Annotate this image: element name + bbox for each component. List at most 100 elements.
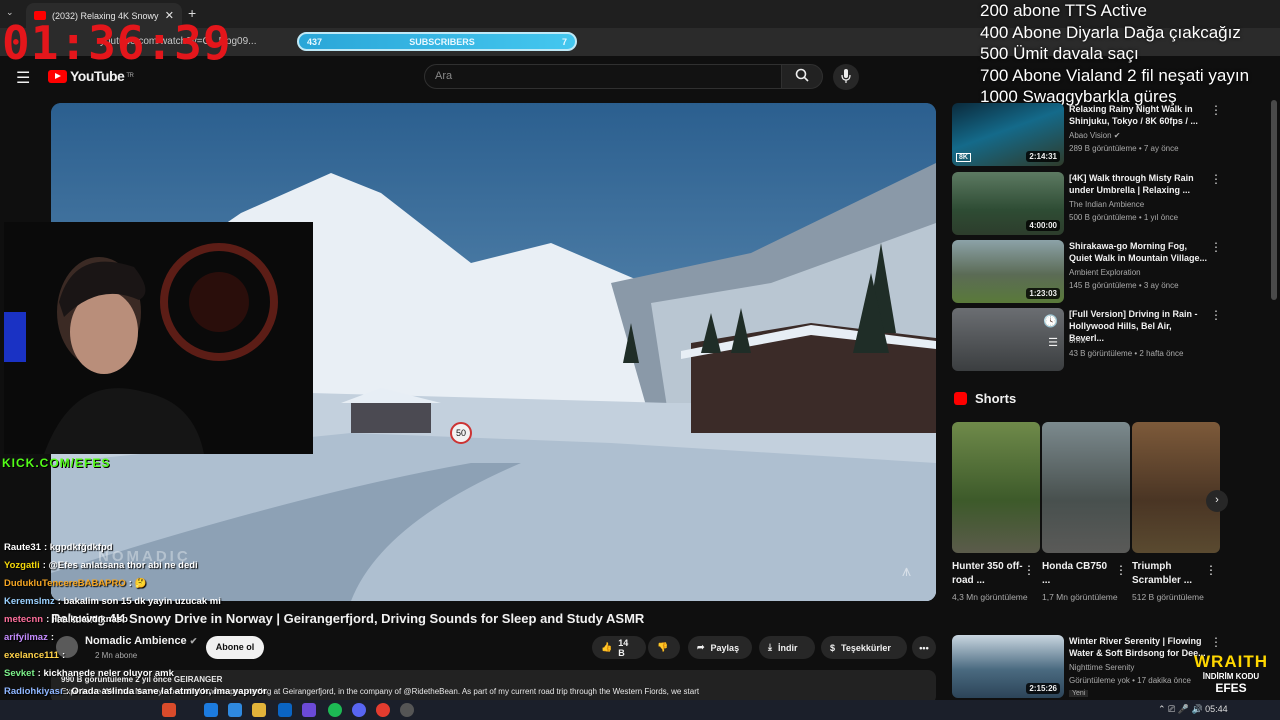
subscribe-button[interactable]: Abone ol [206, 636, 264, 659]
clock: 05:44 [1205, 704, 1228, 714]
related-channel-text: Abao Vision [1069, 131, 1112, 140]
more-options-icon[interactable]: ⋮ [1210, 103, 1222, 117]
sponsor-brand: WRAITH [1194, 652, 1268, 671]
more-options-icon[interactable]: ⋮ [1210, 308, 1222, 322]
chat-text: : bakalim son 15 dk yayin uzucak mi [57, 596, 221, 607]
shorts-heading: Shorts [954, 391, 1016, 406]
video-thumbnail[interactable]: 🕓 ☰ [952, 308, 1064, 371]
more-options-icon[interactable]: ⋮ [1115, 563, 1127, 577]
related-meta: 500 B görüntüleme • 1 yıl önce [1069, 213, 1179, 222]
related-title[interactable]: Shirakawa-go Morning Fog, Quiet Walk in … [1069, 240, 1209, 264]
tray-icons: ⌃ ⎚ 🎤 🔊 [1158, 704, 1206, 714]
stream-timer: 01:36:39 [2, 16, 232, 70]
related-channel[interactable]: Abao Vision ✔ [1069, 131, 1121, 140]
short-title[interactable]: Hunter 350 off-road ... [952, 560, 1024, 588]
related-title[interactable]: [4K] Walk through Misty Rain under Umbre… [1069, 172, 1209, 196]
chat-message: exelance111: [4, 650, 65, 661]
more-actions-button[interactable]: ••• [912, 636, 936, 659]
short-thumbnail[interactable] [952, 422, 1040, 553]
more-options-icon[interactable]: ⋮ [1210, 635, 1222, 649]
short-title[interactable]: Honda CB750 ... [1042, 560, 1114, 588]
download-icon: ⤓ [768, 642, 772, 652]
like-button[interactable]: 👍 14 B [592, 636, 646, 659]
taskbar-app-icon[interactable] [228, 703, 242, 717]
search-button[interactable] [781, 64, 823, 89]
chat-user: Keremslmz [4, 596, 55, 607]
add-to-queue-icon[interactable]: ☰ [1048, 336, 1058, 349]
youtube-logo[interactable]: YouTube TR [48, 68, 134, 84]
chat-text: : @Efes anlatsana thor abi ne dedi [42, 560, 198, 571]
related-channel[interactable]: Ambient Exploration [1069, 268, 1141, 277]
chat-user: metecnn [4, 614, 44, 625]
spotify-icon[interactable] [328, 703, 342, 717]
discord-icon[interactable] [352, 703, 366, 717]
system-tray[interactable]: ⌃ ⎚ 🎤 🔊 05:44 [1158, 704, 1228, 715]
more-options-icon[interactable]: ⋮ [1205, 563, 1217, 577]
like-count: 14 B [618, 637, 629, 658]
chat-message: Raute31: kgpdkfğdkfpd [4, 542, 113, 553]
shorts-next-button[interactable]: › [1206, 490, 1228, 512]
thanks-button[interactable]: $ Teşekkürler [821, 636, 907, 659]
short-thumbnail[interactable] [1042, 422, 1130, 553]
new-badge: Yeni [1069, 690, 1089, 697]
related-video[interactable]: 4:00:00 [4K] Walk through Misty Rain und… [952, 172, 1222, 236]
subscriber-count: 437 [307, 36, 323, 47]
related-video[interactable]: 🕓 ☰ [Full Version] Driving in Rain - Hol… [952, 308, 1222, 372]
webcam-frame [4, 222, 313, 454]
search-icon [795, 68, 809, 82]
video-duration: 2:15:26 [1026, 683, 1060, 694]
channel-name[interactable]: Nomadic Ambience ✔ [85, 635, 197, 647]
scrollbar[interactable] [1271, 100, 1277, 300]
related-channel[interactable]: omw [1069, 336, 1086, 345]
video-thumbnail[interactable]: 4:00:00 [952, 172, 1064, 235]
chat-text: : [61, 650, 66, 661]
related-meta: 145 B görüntüleme • 3 ay önce [1069, 281, 1179, 290]
download-button[interactable]: ⤓ İndir [759, 636, 815, 659]
goal-item: 400 Abone Diyarla Dağa çıakcağız [980, 22, 1241, 42]
chat-user: Sevket [4, 668, 35, 679]
related-meta: Görüntüleme yok • 17 dakika önce [1069, 676, 1191, 685]
short-thumbnail[interactable] [1132, 422, 1220, 553]
related-video[interactable]: 1:23:03 Shirakawa-go Morning Fog, Quiet … [952, 240, 1222, 304]
more-options-icon[interactable]: ⋮ [1210, 172, 1222, 186]
related-video[interactable]: 8K 2:14:31 Relaxing Rainy Night Walk in … [952, 103, 1222, 167]
short-title[interactable]: Triumph Scrambler ... [1132, 560, 1204, 588]
dislike-button[interactable]: 👎 [648, 636, 680, 659]
logo-region: TR [126, 73, 134, 79]
more-options-icon[interactable]: ⋮ [1210, 240, 1222, 254]
video-thumbnail[interactable]: 2:15:26 [952, 635, 1064, 698]
windows-taskbar [0, 700, 1280, 720]
shorts-icon [954, 392, 967, 405]
short-views: 512 B görüntüleme [1132, 592, 1204, 602]
voice-search-button[interactable] [833, 64, 859, 90]
taskbar-app-icon[interactable] [302, 703, 316, 717]
video-thumbnail[interactable]: 8K 2:14:31 [952, 103, 1064, 166]
taskbar-app-icon[interactable] [162, 703, 176, 717]
share-button[interactable]: ➦ Paylaş [688, 636, 752, 659]
related-video[interactable]: 2:15:26 Winter River Serenity | Flowing … [952, 635, 1222, 699]
more-options-icon[interactable]: ⋮ [1023, 563, 1035, 577]
related-title[interactable]: Relaxing Rainy Night Walk in Shinjuku, T… [1069, 103, 1209, 127]
goal-item: 500 Ümit davala saçı [980, 44, 1139, 63]
chrome-icon[interactable] [376, 703, 390, 717]
taskbar-app-icon[interactable] [252, 703, 266, 717]
chat-message: metecnn: ilaalkdavdıknasb [4, 614, 128, 625]
menu-icon[interactable]: ☰ [16, 68, 30, 88]
chat-message: Keremslmz: bakalim son 15 dk yayin uzuca… [4, 596, 221, 607]
related-channel[interactable]: The Indian Ambience [1069, 200, 1144, 209]
watch-later-icon[interactable]: 🕓 [1043, 314, 1058, 328]
related-title[interactable]: [Full Version] Driving in Rain - Hollywo… [1069, 308, 1209, 344]
taskbar-app-icon[interactable] [278, 703, 292, 717]
related-title[interactable]: Winter River Serenity | Flowing Water & … [1069, 635, 1209, 659]
related-channel[interactable]: Nighttime Serenity [1069, 663, 1134, 672]
search-input[interactable]: Ara [424, 64, 782, 89]
description-meta: 990 B görüntüleme 2 yıl önce GEIRANGER [61, 675, 223, 684]
taskbar-app-icon[interactable] [400, 703, 414, 717]
chat-message: Yozgatli: @Efes anlatsana thor abi ne de… [4, 560, 198, 571]
share-label: Paylaş [710, 642, 740, 653]
video-thumbnail[interactable]: 1:23:03 [952, 240, 1064, 303]
goal-item: 700 Abone Vialand 2 fil neşati yayın [980, 65, 1250, 85]
speed-sign-text: 50 [456, 428, 466, 438]
chat-text: : 🤔 [128, 578, 147, 589]
taskbar-app-icon[interactable] [204, 703, 218, 717]
